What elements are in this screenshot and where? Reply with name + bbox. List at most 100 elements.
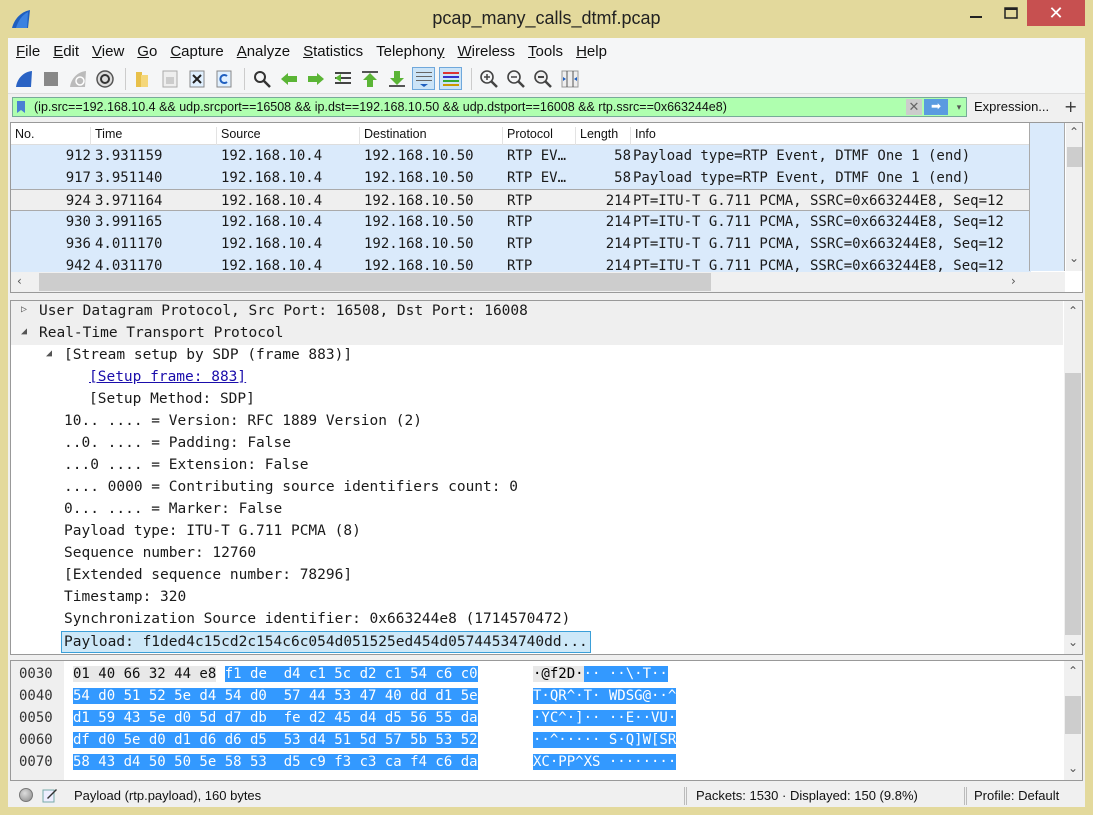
close-file-icon[interactable] [185,67,208,90]
filter-history-dropdown-icon[interactable]: ▾ [952,102,966,113]
add-filter-button-icon[interactable]: + [1064,97,1077,116]
minimize-button[interactable] [960,0,992,26]
detail-tree-item[interactable]: Timestamp: 320 [11,587,1063,609]
zoom-normal-icon[interactable] [531,67,554,90]
capture-options-icon[interactable] [93,67,116,90]
menu-help[interactable]: Help [576,43,607,60]
packet-list-horizontal-scrollbar[interactable]: ‹ › [11,272,1065,292]
column-header-length[interactable]: Length [576,127,631,145]
column-header-source[interactable]: Source [217,127,360,145]
packet-bytes-vertical-scrollbar[interactable]: ⌃ ⌄ [1064,661,1082,780]
menu-tools[interactable]: Tools [528,43,563,60]
menu-statistics[interactable]: Statistics [303,43,363,60]
detail-tree-item[interactable]: ..0. .... = Padding: False [11,433,1063,455]
go-to-packet-icon[interactable] [331,67,354,90]
bytes-ascii[interactable]: ··^····· S·Q]W[SR [533,729,677,751]
detail-tree-item[interactable]: [Setup frame: 883] [11,367,1063,389]
packet-row[interactable]: 917 3.951140 192.168.10.4 192.168.10.50 RTP … [11,167,1031,189]
zoom-out-icon[interactable] [504,67,527,90]
capture-comment-icon[interactable] [42,787,58,803]
menu-capture[interactable]: Capture [170,43,223,60]
detail-tree-item[interactable]: ▷ User Datagram Protocol, Src Port: 16508… [11,301,1063,323]
detail-tree-item[interactable]: Payload type: ITU-T G.711 PCMA (8) [11,521,1063,543]
detail-tree-item[interactable]: [Setup Method: SDP] [11,389,1063,411]
menu-file[interactable]: File [16,43,40,60]
scroll-down-icon[interactable]: ⌄ [1068,761,1078,775]
maximize-button[interactable] [995,0,1027,26]
menu-go[interactable]: Go [137,43,157,60]
bytes-hex[interactable]: df d0 5e d0 d1 d6 d6 d5 53 d4 51 5d 57 5… [73,729,478,751]
scroll-left-icon[interactable]: ‹ [17,274,22,288]
column-header-protocol[interactable]: Protocol [503,127,576,145]
menu-wireless[interactable]: Wireless [458,43,516,60]
setup-frame-link[interactable]: [Setup frame: 883] [89,369,246,385]
autoscroll-icon[interactable] [412,67,435,90]
resize-columns-icon[interactable] [558,67,581,90]
close-button[interactable]: ✕ [1027,0,1085,26]
bytes-hex[interactable]: 01 40 66 32 44 e8 f1 de d4 c1 5c d2 c1 5… [73,663,478,685]
find-packet-icon[interactable] [250,67,273,90]
menu-edit[interactable]: Edit [53,43,79,60]
go-forward-icon[interactable] [304,67,327,90]
scroll-thumb[interactable] [1065,696,1081,734]
bytes-ascii[interactable]: ·@f2D··· ··\·T·· [533,663,668,685]
bookmark-icon[interactable] [16,99,30,115]
detail-tree-item[interactable]: .... 0000 = Contributing source identifi… [11,477,1063,499]
packet-list-vertical-scrollbar[interactable]: ⌃ ⌄ [1066,123,1082,271]
scroll-down-icon[interactable]: ⌄ [1069,251,1079,265]
menu-view[interactable]: View [92,43,124,60]
go-first-icon[interactable] [358,67,381,90]
detail-tree-item[interactable]: 0... .... = Marker: False [11,499,1063,521]
scroll-right-icon[interactable]: › [1011,274,1016,288]
column-header-destination[interactable]: Destination [360,127,503,145]
bytes-hex[interactable]: 58 43 d4 50 50 5e 58 53 d5 c9 f3 c3 ca f… [73,751,478,773]
save-file-icon[interactable] [158,67,181,90]
detail-tree-item[interactable]: 10.. .... = Version: RFC 1889 Version (2… [11,411,1063,433]
column-header-info[interactable]: Info [631,127,1031,145]
zoom-in-icon[interactable] [477,67,500,90]
bytes-ascii[interactable]: ·YC^·]·· ··E··VU· [533,707,677,729]
open-file-icon[interactable] [131,67,154,90]
reload-file-icon[interactable] [212,67,235,90]
scroll-up-icon[interactable]: ⌃ [1069,125,1079,139]
display-filter-text[interactable]: (ip.src==192.168.10.4 && udp.srcport==16… [34,100,906,114]
collapse-arrow-icon[interactable]: ◢ [46,348,52,359]
detail-tree-item[interactable]: Payload: f1ded4c15cd2c154c6c054d051525ed… [11,631,1063,653]
profile-status[interactable]: Profile: Default [974,788,1059,803]
start-capture-icon[interactable] [12,67,35,90]
detail-tree-item[interactable]: [Extended sequence number: 78296] [11,565,1063,587]
display-filter-input[interactable]: (ip.src==192.168.10.4 && udp.srcport==16… [12,97,967,117]
menu-telephony[interactable]: Telephony [376,43,444,60]
go-back-icon[interactable] [277,67,300,90]
bytes-ascii[interactable]: T·QR^·T· WDSG@··^ [533,685,677,707]
scroll-down-icon[interactable]: ⌄ [1068,635,1078,649]
packet-row[interactable]: 936 4.011170 192.168.10.4 192.168.10.50 RTP 2… [11,233,1031,255]
scroll-thumb[interactable] [39,273,711,291]
packet-row[interactable]: 924 3.971164 192.168.10.4 192.168.10.50 RTP 2… [11,189,1031,211]
expert-info-status-icon[interactable] [19,788,33,802]
expression-button[interactable]: Expression... [974,99,1049,114]
expand-arrow-icon[interactable]: ▷ [21,304,27,315]
scroll-thumb[interactable] [1067,147,1082,167]
apply-filter-icon[interactable]: ➡ [924,99,948,115]
menu-analyze[interactable]: Analyze [237,43,290,60]
go-last-icon[interactable] [385,67,408,90]
detail-tree-item[interactable]: ◢ Real-Time Transport Protocol [11,323,1063,345]
packet-row[interactable]: 930 3.991165 192.168.10.4 192.168.10.50 RTP 2… [11,211,1031,233]
detail-tree-item[interactable]: ...0 .... = Extension: False [11,455,1063,477]
detail-tree-item[interactable]: ◢ [Stream setup by SDP (frame 883)] [11,345,1063,367]
scroll-up-icon[interactable]: ⌃ [1068,304,1078,318]
detail-tree-item[interactable]: Sequence number: 12760 [11,543,1063,565]
column-header-time[interactable]: Time [91,127,217,145]
detail-tree-item[interactable]: Synchronization Source identifier: 0x663… [11,609,1063,631]
clear-filter-icon[interactable]: ✕ [906,99,922,115]
stop-capture-icon[interactable] [39,67,62,90]
bytes-ascii[interactable]: XC·PP^XS ········ [533,751,677,773]
column-header-no[interactable]: No. [11,127,91,145]
scroll-up-icon[interactable]: ⌃ [1068,664,1078,678]
packet-details-vertical-scrollbar[interactable]: ⌃ ⌄ [1064,301,1082,654]
packet-row[interactable]: 912 3.931159 192.168.10.4 192.168.10.50 RTP … [11,145,1031,167]
bytes-hex[interactable]: d1 59 43 5e d0 5d d7 db fe d2 45 d4 d5 5… [73,707,478,729]
scroll-thumb[interactable] [1065,373,1081,635]
colorize-icon[interactable] [439,67,462,90]
